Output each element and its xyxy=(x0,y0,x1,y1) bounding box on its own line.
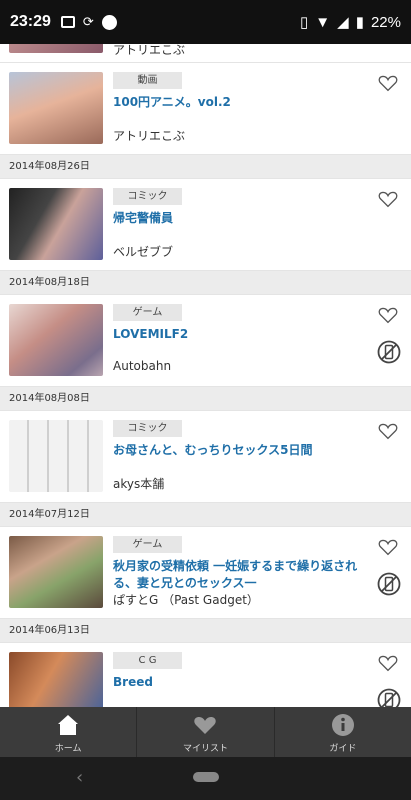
list-item[interactable]: コミック 帰宅警備員 ベルゼブブ xyxy=(0,179,411,271)
item-thumbnail xyxy=(9,420,103,492)
status-bar: 23:29 ⟳ ▯ ▼ ◢ ▮ 22% xyxy=(0,0,411,44)
item-author: アトリエこぶ xyxy=(113,44,186,57)
battery-level: 22% xyxy=(370,13,401,31)
tab-label: マイリスト xyxy=(182,744,228,754)
date-separator: 2014年07月12日 xyxy=(0,503,411,527)
item-title[interactable]: 帰宅警備員 xyxy=(113,210,381,227)
content-list[interactable]: アトリエこぶ 動画 100円アニメ。vol.2 アトリエこぶ 2014年08月2… xyxy=(0,44,411,707)
battery-icon: ▮ xyxy=(355,14,364,31)
not-supported-icon xyxy=(377,572,401,596)
signal-icon: ◢ xyxy=(337,14,349,31)
item-title[interactable]: 秋月家の受精依頼 一妊娠するまで繰り返される、妻と兄とのセックス一 xyxy=(113,558,381,592)
item-author: akys本舗 xyxy=(113,477,165,491)
favorite-heart-icon[interactable] xyxy=(378,190,398,208)
status-time: 23:29 xyxy=(10,13,51,30)
category-badge: コミック xyxy=(113,420,182,437)
system-nav-bar: ‹ xyxy=(0,757,411,800)
date-separator: 2014年06月13日 xyxy=(0,619,411,643)
category-badge: C G xyxy=(113,652,182,669)
list-item[interactable]: コミック お母さんと、むっちりセックス5日間 akys本舗 xyxy=(0,411,411,503)
list-item[interactable]: ゲーム LOVEMILF2 Autobahn xyxy=(0,295,411,387)
item-author: ぱすとG （Past Gadget） xyxy=(113,593,259,607)
favorite-heart-icon[interactable] xyxy=(378,74,398,92)
favorite-heart-icon[interactable] xyxy=(378,654,398,672)
not-supported-icon xyxy=(377,688,401,707)
info-icon xyxy=(331,714,354,736)
item-thumbnail xyxy=(9,188,103,260)
favorite-heart-icon[interactable] xyxy=(378,422,398,440)
not-supported-icon xyxy=(377,340,401,364)
image-notification-icon xyxy=(60,16,75,28)
item-author: アトリエこぶ xyxy=(113,129,186,143)
wifi-icon: ▼ xyxy=(315,13,331,31)
favorite-heart-icon[interactable] xyxy=(378,306,398,324)
category-badge: ゲーム xyxy=(113,304,182,321)
tab-mylist[interactable]: マイリスト xyxy=(136,707,273,757)
item-thumbnail xyxy=(9,536,103,608)
bottom-tab-bar: ホーム マイリスト ガイド xyxy=(0,707,411,757)
tab-guide[interactable]: ガイド xyxy=(273,707,411,757)
list-item[interactable]: ゲーム 秋月家の受精依頼 一妊娠するまで繰り返される、妻と兄とのセックス一 ぱす… xyxy=(0,527,411,619)
item-thumbnail xyxy=(9,652,103,707)
sync-notification-icon: ⟳ xyxy=(82,14,94,29)
item-thumbnail xyxy=(9,72,103,144)
item-title[interactable]: 100円アニメ。vol.2 xyxy=(113,94,381,111)
circle-notification-icon xyxy=(101,14,117,30)
item-thumbnail xyxy=(9,304,103,376)
item-thumbnail xyxy=(9,44,103,53)
item-title[interactable]: LOVEMILF2 xyxy=(113,326,381,343)
item-author: Autobahn xyxy=(113,359,172,373)
date-separator: 2014年08月08日 xyxy=(0,387,411,411)
list-item[interactable]: アトリエこぶ xyxy=(0,44,411,63)
date-separator: 2014年08月18日 xyxy=(0,271,411,295)
item-author: ベルゼブブ xyxy=(113,245,174,259)
tab-label: ガイド xyxy=(329,744,357,754)
list-item[interactable]: 動画 100円アニメ。vol.2 アトリエこぶ xyxy=(0,63,411,155)
favorite-heart-icon[interactable] xyxy=(378,538,398,556)
vibrate-icon: ▯ xyxy=(300,14,309,31)
category-badge: コミック xyxy=(113,188,182,205)
back-icon[interactable]: ‹ xyxy=(76,767,83,788)
date-separator: 2014年08月26日 xyxy=(0,155,411,179)
home-icon xyxy=(58,715,79,735)
item-title[interactable]: Breed xyxy=(113,674,381,691)
category-badge: ゲーム xyxy=(113,536,182,553)
home-gesture-pill[interactable] xyxy=(193,772,219,782)
list-item[interactable]: C G Breed xyxy=(0,643,411,707)
tab-label: ホーム xyxy=(54,744,82,754)
category-badge: 動画 xyxy=(113,72,182,89)
item-title[interactable]: お母さんと、むっちりセックス5日間 xyxy=(113,442,381,459)
tab-home[interactable]: ホーム xyxy=(0,707,136,757)
heart-icon xyxy=(194,717,217,734)
